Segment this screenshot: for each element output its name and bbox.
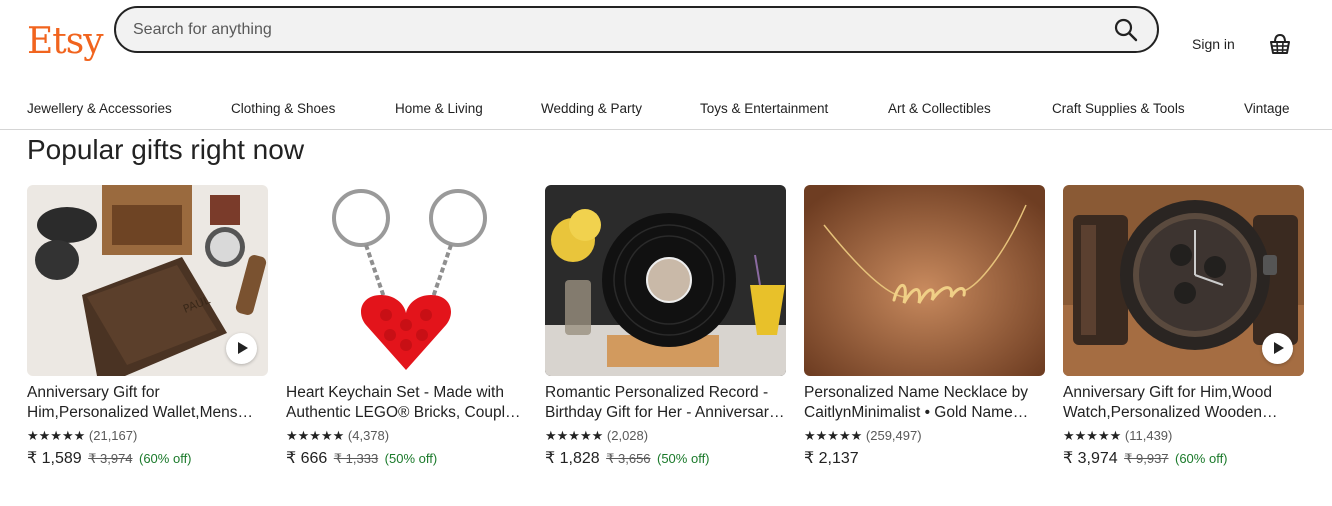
- category-nav: Jewellery & Accessories Clothing & Shoes…: [0, 90, 1332, 130]
- sale-price: ₹ 1,589: [27, 450, 82, 467]
- price-row: ₹ 1,589 ₹ 3,974 (60% off): [27, 448, 192, 468]
- original-price: ₹ 1,333: [333, 451, 379, 466]
- header: Etsy Sign in: [0, 0, 1332, 90]
- original-price: ₹ 3,974: [88, 451, 133, 466]
- price-row: ₹ 1,828 ₹ 3,656 (50% off): [545, 448, 710, 468]
- product-title[interactable]: Anniversary Gift for Him,Wood Watch,Pers…: [1063, 383, 1304, 423]
- product-card[interactable]: Romantic Personalized Record - Birthday …: [545, 185, 786, 475]
- star-rating-icon: ★★★★★: [804, 428, 863, 443]
- original-price: ₹ 3,656: [606, 451, 651, 466]
- product-rating: ★★★★★ (2,028): [545, 428, 648, 444]
- nav-item-home[interactable]: Home & Living: [395, 101, 483, 116]
- sale-price: ₹ 3,974: [1063, 450, 1118, 467]
- product-rating: ★★★★★ (11,439): [1063, 428, 1172, 444]
- play-video-button[interactable]: [1262, 333, 1293, 364]
- etsy-logo[interactable]: Etsy: [27, 20, 104, 64]
- product-card[interactable]: Anniversary Gift for Him,Wood Watch,Pers…: [1063, 185, 1304, 475]
- product-image[interactable]: [1063, 185, 1304, 376]
- product-image[interactable]: PAUL: [27, 185, 268, 376]
- nav-item-wedding[interactable]: Wedding & Party: [541, 101, 642, 116]
- product-rating: ★★★★★ (259,497): [804, 428, 922, 444]
- discount-label: (50% off): [384, 451, 438, 466]
- review-count: (4,378): [347, 428, 390, 443]
- sign-in-link[interactable]: Sign in: [1192, 36, 1235, 52]
- nav-item-clothing[interactable]: Clothing & Shoes: [231, 101, 335, 116]
- star-rating-icon: ★★★★★: [545, 428, 604, 443]
- product-image[interactable]: [804, 185, 1045, 376]
- discount-label: (50% off): [657, 451, 710, 466]
- product-rating: ★★★★★ (21,167): [27, 428, 137, 444]
- star-rating-icon: ★★★★★: [27, 428, 86, 443]
- nav-item-craft[interactable]: Craft Supplies & Tools: [1052, 101, 1185, 116]
- product-card[interactable]: Heart Keychain Set - Made with Authentic…: [286, 185, 527, 475]
- search-bar[interactable]: [114, 6, 1159, 53]
- product-title[interactable]: Heart Keychain Set - Made with Authentic…: [286, 383, 527, 423]
- sale-price: ₹ 2,137: [804, 450, 859, 467]
- nav-item-art[interactable]: Art & Collectibles: [888, 101, 991, 116]
- star-rating-icon: ★★★★★: [286, 428, 345, 443]
- sale-price: ₹ 1,828: [545, 450, 600, 467]
- product-title[interactable]: Anniversary Gift for Him,Personalized Wa…: [27, 383, 268, 423]
- original-price: ₹ 9,937: [1124, 451, 1169, 466]
- product-title[interactable]: Romantic Personalized Record - Birthday …: [545, 383, 786, 423]
- product-card[interactable]: PAUL Anniversary Gift for Him,Personaliz…: [27, 185, 268, 475]
- product-image[interactable]: [286, 185, 527, 376]
- search-input[interactable]: [133, 8, 1093, 51]
- discount-label: (60% off): [139, 451, 192, 466]
- nav-item-vintage[interactable]: Vintage: [1244, 101, 1290, 116]
- price-row: ₹ 666 ₹ 1,333 (50% off): [286, 448, 437, 468]
- product-rating: ★★★★★ (4,378): [286, 428, 389, 444]
- review-count: (2,028): [606, 428, 649, 443]
- star-rating-icon: ★★★★★: [1063, 428, 1122, 443]
- play-video-button[interactable]: [226, 333, 257, 364]
- search-icon[interactable]: [1113, 17, 1139, 43]
- discount-label: (60% off): [1175, 451, 1228, 466]
- review-count: (259,497): [865, 428, 922, 443]
- product-card[interactable]: Personalized Name Necklace by CaitlynMin…: [804, 185, 1045, 475]
- section-title: Popular gifts right now: [27, 134, 305, 165]
- sale-price: ₹ 666: [286, 450, 328, 467]
- product-title[interactable]: Personalized Name Necklace by CaitlynMin…: [804, 383, 1045, 423]
- price-row: ₹ 2,137: [804, 448, 859, 468]
- nav-item-toys[interactable]: Toys & Entertainment: [700, 101, 828, 116]
- nav-item-jewellery[interactable]: Jewellery & Accessories: [27, 101, 172, 116]
- basket-icon[interactable]: [1268, 32, 1292, 56]
- review-count: (21,167): [88, 428, 138, 443]
- product-image[interactable]: [545, 185, 786, 376]
- price-row: ₹ 3,974 ₹ 9,937 (60% off): [1063, 448, 1228, 468]
- review-count: (11,439): [1124, 428, 1173, 443]
